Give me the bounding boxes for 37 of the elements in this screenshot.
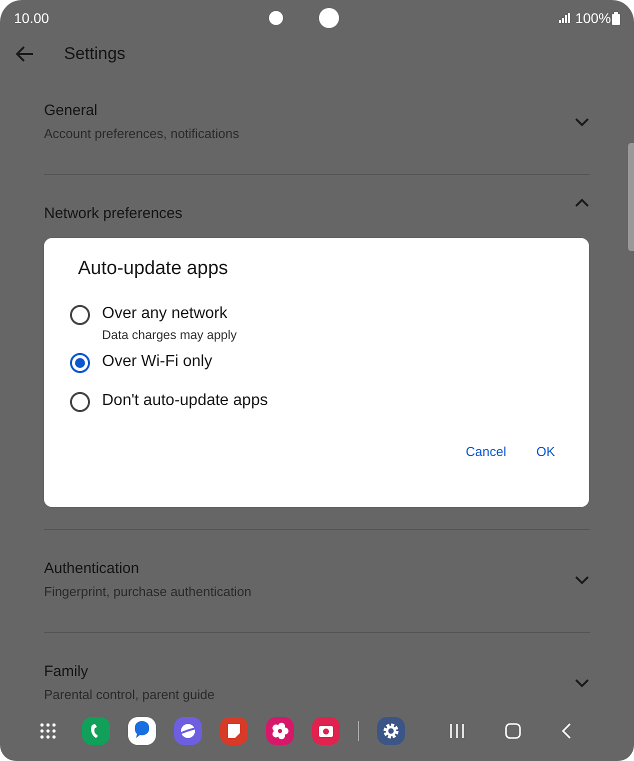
camera-cutout-icon (269, 11, 284, 25)
planet-icon[interactable] (174, 717, 202, 745)
app-grid-icon[interactable] (40, 723, 56, 739)
phone-icon[interactable] (82, 717, 110, 745)
chevron-down-icon[interactable] (574, 116, 590, 128)
clock-time: 10.00 (14, 10, 50, 26)
section-subtitle: Account preferences, notifications (44, 125, 240, 143)
gear-icon[interactable] (377, 717, 405, 745)
dialog-button[interactable]: OK (528, 438, 563, 465)
section-subtitle: Fingerprint, purchase authentication (44, 583, 252, 601)
chevron-up-icon[interactable] (574, 197, 590, 209)
dialog-button[interactable]: Cancel (458, 438, 514, 465)
back-arrow-icon[interactable] (16, 46, 34, 62)
camera-icon[interactable] (312, 717, 340, 745)
recent-apps-icon[interactable] (449, 723, 465, 739)
dialog-title: Auto-update apps (78, 258, 230, 280)
radio-button[interactable] (70, 305, 90, 325)
radio-button[interactable] (70, 392, 90, 412)
home-icon[interactable] (505, 723, 521, 739)
chevron-down-icon[interactable] (574, 574, 590, 586)
option-label[interactable]: Don't auto-update apps (102, 391, 268, 411)
battery-icon (612, 12, 620, 24)
camera-cutout-icon (319, 8, 340, 28)
back-icon[interactable] (561, 723, 571, 739)
radio-button[interactable] (70, 353, 90, 373)
option-label[interactable]: Over any network (102, 304, 237, 324)
section-subtitle: Parental control, parent guide (44, 686, 216, 704)
flower-icon[interactable] (266, 717, 294, 745)
battery-percent: 100% (575, 10, 612, 26)
option-label[interactable]: Over Wi-Fi only (102, 352, 212, 372)
page-title: Settings (64, 44, 126, 64)
note-icon[interactable] (220, 717, 248, 745)
scrollbar[interactable] (628, 143, 634, 251)
signal-icon (559, 13, 572, 23)
chevron-down-icon[interactable] (574, 677, 590, 689)
chat-bubble-icon[interactable] (128, 717, 156, 745)
option-subtitle: Data charges may apply (102, 327, 237, 344)
